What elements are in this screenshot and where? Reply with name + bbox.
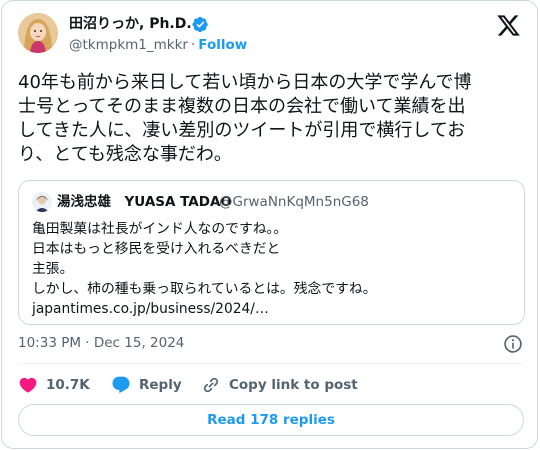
like-count: 10.7K xyxy=(46,377,90,393)
x-logo-icon[interactable] xyxy=(496,13,521,38)
quote-author-handle: @GrwaNnKqMn5nG68 xyxy=(219,194,369,210)
link-icon xyxy=(203,377,219,393)
verified-badge-icon xyxy=(192,16,208,33)
author-avatar[interactable] xyxy=(18,13,58,53)
tweet-text: 40年も前から来日して若い頃から日本の大学で学んで博 士号とってそのまま複数の日… xyxy=(18,72,472,165)
follow-link[interactable]: Follow xyxy=(198,37,247,53)
copy-link-button[interactable]: Copy link to post xyxy=(201,373,358,397)
copy-link-label: Copy link to post xyxy=(229,377,358,393)
reply-bubble-icon xyxy=(112,376,130,394)
reply-label: Reply xyxy=(139,377,182,393)
divider xyxy=(18,363,523,364)
author-name[interactable]: 田沼りっか, Ph.D. xyxy=(69,15,192,33)
author-handle[interactable]: @tkmpkm1_mkkr xyxy=(69,37,188,53)
action-bar: 10.7K Reply Copy link to post xyxy=(18,373,523,397)
handle-row: @tkmpkm1_mkkr · Follow xyxy=(69,36,247,54)
like-button[interactable]: 10.7K xyxy=(18,373,90,397)
heart-icon xyxy=(19,377,37,393)
quote-author-avatar xyxy=(32,192,52,212)
separator-dot: · xyxy=(190,37,196,53)
info-icon[interactable] xyxy=(503,334,523,354)
reply-button[interactable]: Reply xyxy=(111,373,182,397)
quote-author-name: 湯浅忠雄 YUASA TADAO xyxy=(57,194,232,210)
read-replies-button[interactable]: Read 178 replies xyxy=(18,404,524,436)
post-timestamp[interactable]: 10:33 PM · Dec 15, 2024 xyxy=(18,334,184,352)
quote-text: 亀田製菓は社長がインド人なのですね。。 日本はもっと移民を受け入れるべきだと 主… xyxy=(32,221,377,317)
quoted-tweet[interactable]: 湯浅忠雄 YUASA TADAO @GrwaNnKqMn5nG68 亀田製菓は社… xyxy=(18,180,525,325)
tweet-card: 田沼りっか, Ph.D. @tkmpkm1_mkkr · Follow 40年も前か… xyxy=(1,0,538,449)
